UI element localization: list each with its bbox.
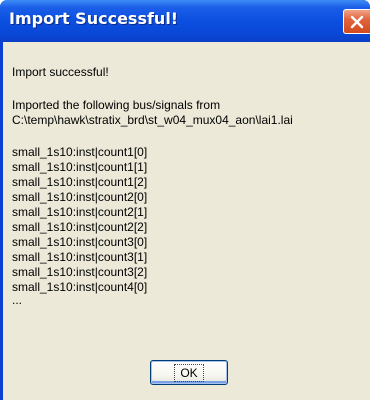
success-heading: Import successful!: [12, 65, 109, 79]
ok-button-label: OK: [174, 363, 204, 382]
close-button[interactable]: [343, 9, 370, 34]
import-intro-text: Imported the following bus/signals from: [12, 98, 221, 112]
signal-list-item: small_1s10:inst|count2[0]: [12, 190, 148, 204]
signal-list-item: small_1s10:inst|count1[1]: [12, 160, 148, 174]
title-bar[interactable]: Import Successful!: [0, 0, 370, 42]
signal-list-item: small_1s10:inst|count3[2]: [12, 265, 148, 279]
import-file-path: C:\temp\hawk\stratix_brd\st_w04_mux04_ao…: [12, 113, 293, 127]
signal-list-item: small_1s10:inst|count1[0]: [12, 145, 148, 159]
signal-list-ellipsis: ...: [12, 293, 23, 307]
signal-list-item: small_1s10:inst|count3[0]: [12, 235, 148, 249]
close-icon: [350, 15, 364, 28]
signal-list-item: small_1s10:inst|count4[0]: [12, 280, 148, 294]
signal-list-item: small_1s10:inst|count3[1]: [12, 250, 148, 264]
ok-button[interactable]: OK: [150, 360, 228, 385]
signal-list-item: small_1s10:inst|count2[2]: [12, 220, 148, 234]
window-title: Import Successful!: [9, 9, 179, 28]
import-successful-dialog: Import Successful! Import successful! Im…: [0, 0, 370, 400]
dialog-body: Import successful! Imported the followin…: [3, 42, 370, 400]
signal-list-item: small_1s10:inst|count2[1]: [12, 205, 148, 219]
signal-list-item: small_1s10:inst|count1[2]: [12, 175, 148, 189]
